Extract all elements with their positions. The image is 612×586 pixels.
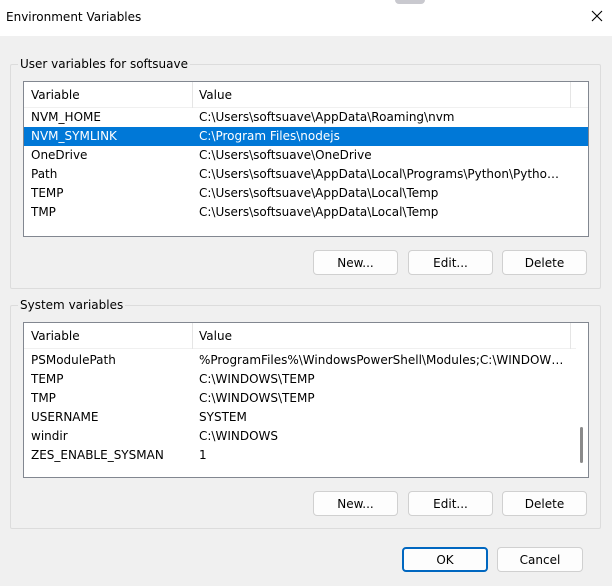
close-icon [591, 10, 603, 22]
user-variables-list[interactable]: Variable Value NVM_HOME C:\Users\softsuav… [23, 81, 589, 237]
system-variables-group: System variables Variable Value PSModule… [10, 297, 601, 529]
user-delete-button[interactable]: Delete [502, 250, 587, 275]
variable-value-cell: C:\Users\softsuave\AppData\Local\Temp [199, 205, 439, 219]
variable-name-cell: TEMP [31, 372, 64, 386]
variable-name-cell: OneDrive [31, 148, 88, 162]
system-variables-list[interactable]: Variable Value PSModulePath %ProgramFiles… [23, 322, 589, 478]
variable-name-cell: ZES_ENABLE_SYSMAN [31, 448, 164, 462]
variable-value-cell: 1 [199, 448, 207, 462]
variable-value-cell: C:\Users\softsuave\AppData\Roaming\nvm [199, 110, 455, 124]
variable-value-cell: SYSTEM [199, 410, 247, 424]
variable-value-cell: C:\Users\softsuave\OneDrive [199, 148, 372, 162]
variable-value-cell: C:\WINDOWS\TEMP [199, 372, 315, 386]
user-list-header: Variable Value [24, 82, 588, 108]
table-row[interactable]: windir C:\WINDOWS [24, 427, 588, 446]
table-row[interactable]: TEMP C:\Users\softsuave\AppData\Local\Tem… [24, 184, 588, 203]
variable-name-cell: TMP [31, 205, 56, 219]
window-title: Environment Variables [6, 10, 142, 24]
background-window-edge [395, 0, 425, 4]
user-variables-group: User variables for softsuave Variable Va… [10, 56, 601, 289]
system-variables-title: System variables [18, 297, 126, 313]
variable-name-cell: TMP [31, 391, 56, 405]
variable-name-cell: NVM_SYMLINK [31, 129, 117, 143]
variable-name-cell: NVM_HOME [31, 110, 101, 124]
user-edit-button[interactable]: Edit... [408, 250, 493, 275]
cancel-button[interactable]: Cancel [497, 547, 583, 572]
table-row[interactable]: TEMP C:\WINDOWS\TEMP [24, 370, 588, 389]
table-row[interactable]: TMP C:\WINDOWS\TEMP [24, 389, 588, 408]
system-list-scrollbar[interactable] [576, 323, 588, 477]
variable-value-cell: C:\Users\softsuave\AppData\Local\Temp [199, 186, 439, 200]
table-row[interactable]: ZES_ENABLE_SYSMAN 1 [24, 446, 588, 465]
variable-value-cell: C:\WINDOWS [199, 429, 279, 443]
scrollbar-thumb[interactable] [580, 427, 583, 463]
system-edit-button[interactable]: Edit... [408, 491, 493, 516]
variable-value-cell: C:\Program Files\nodejs [199, 129, 340, 143]
table-row[interactable]: OneDrive C:\Users\softsuave\OneDrive [24, 146, 588, 165]
table-row[interactable]: NVM_HOME C:\Users\softsuave\AppData\Roami… [24, 108, 588, 127]
variable-value-cell: C:\Users\softsuave\AppData\Local\Program… [199, 167, 566, 181]
table-row[interactable]: TMP C:\Users\softsuave\AppData\Local\Temp [24, 203, 588, 222]
system-new-button[interactable]: New... [313, 491, 398, 516]
close-button[interactable] [582, 0, 612, 32]
column-header-value[interactable]: Value [193, 323, 571, 349]
system-rows: PSModulePath %ProgramFiles%\WindowsPowerS… [24, 349, 588, 465]
variable-name-cell: PSModulePath [31, 353, 116, 367]
table-row[interactable]: Path C:\Users\softsuave\AppData\Local\Pro… [24, 165, 588, 184]
variable-value-cell: C:\WINDOWS\TEMP [199, 391, 315, 405]
variable-name-cell: USERNAME [31, 410, 99, 424]
system-list-header: Variable Value [24, 323, 588, 349]
table-row[interactable]: PSModulePath %ProgramFiles%\WindowsPowerS… [24, 351, 588, 370]
variable-name-cell: TEMP [31, 186, 64, 200]
column-header-variable[interactable]: Variable [24, 82, 193, 108]
user-variables-title: User variables for softsuave [18, 56, 190, 72]
column-header-value[interactable]: Value [193, 82, 571, 108]
system-delete-button[interactable]: Delete [502, 491, 587, 516]
column-header-variable[interactable]: Variable [24, 323, 193, 349]
variable-name-cell: windir [31, 429, 68, 443]
ok-button[interactable]: OK [402, 547, 488, 572]
title-bar: Environment Variables [0, 0, 612, 36]
table-row[interactable]: USERNAME SYSTEM [24, 408, 588, 427]
variable-name-cell: Path [31, 167, 58, 181]
user-new-button[interactable]: New... [313, 250, 398, 275]
table-row[interactable]: NVM_SYMLINK C:\Program Files\nodejs [24, 127, 588, 146]
user-rows: NVM_HOME C:\Users\softsuave\AppData\Roami… [24, 108, 588, 222]
variable-value-cell: %ProgramFiles%\WindowsPowerShell\Modules… [199, 353, 566, 367]
